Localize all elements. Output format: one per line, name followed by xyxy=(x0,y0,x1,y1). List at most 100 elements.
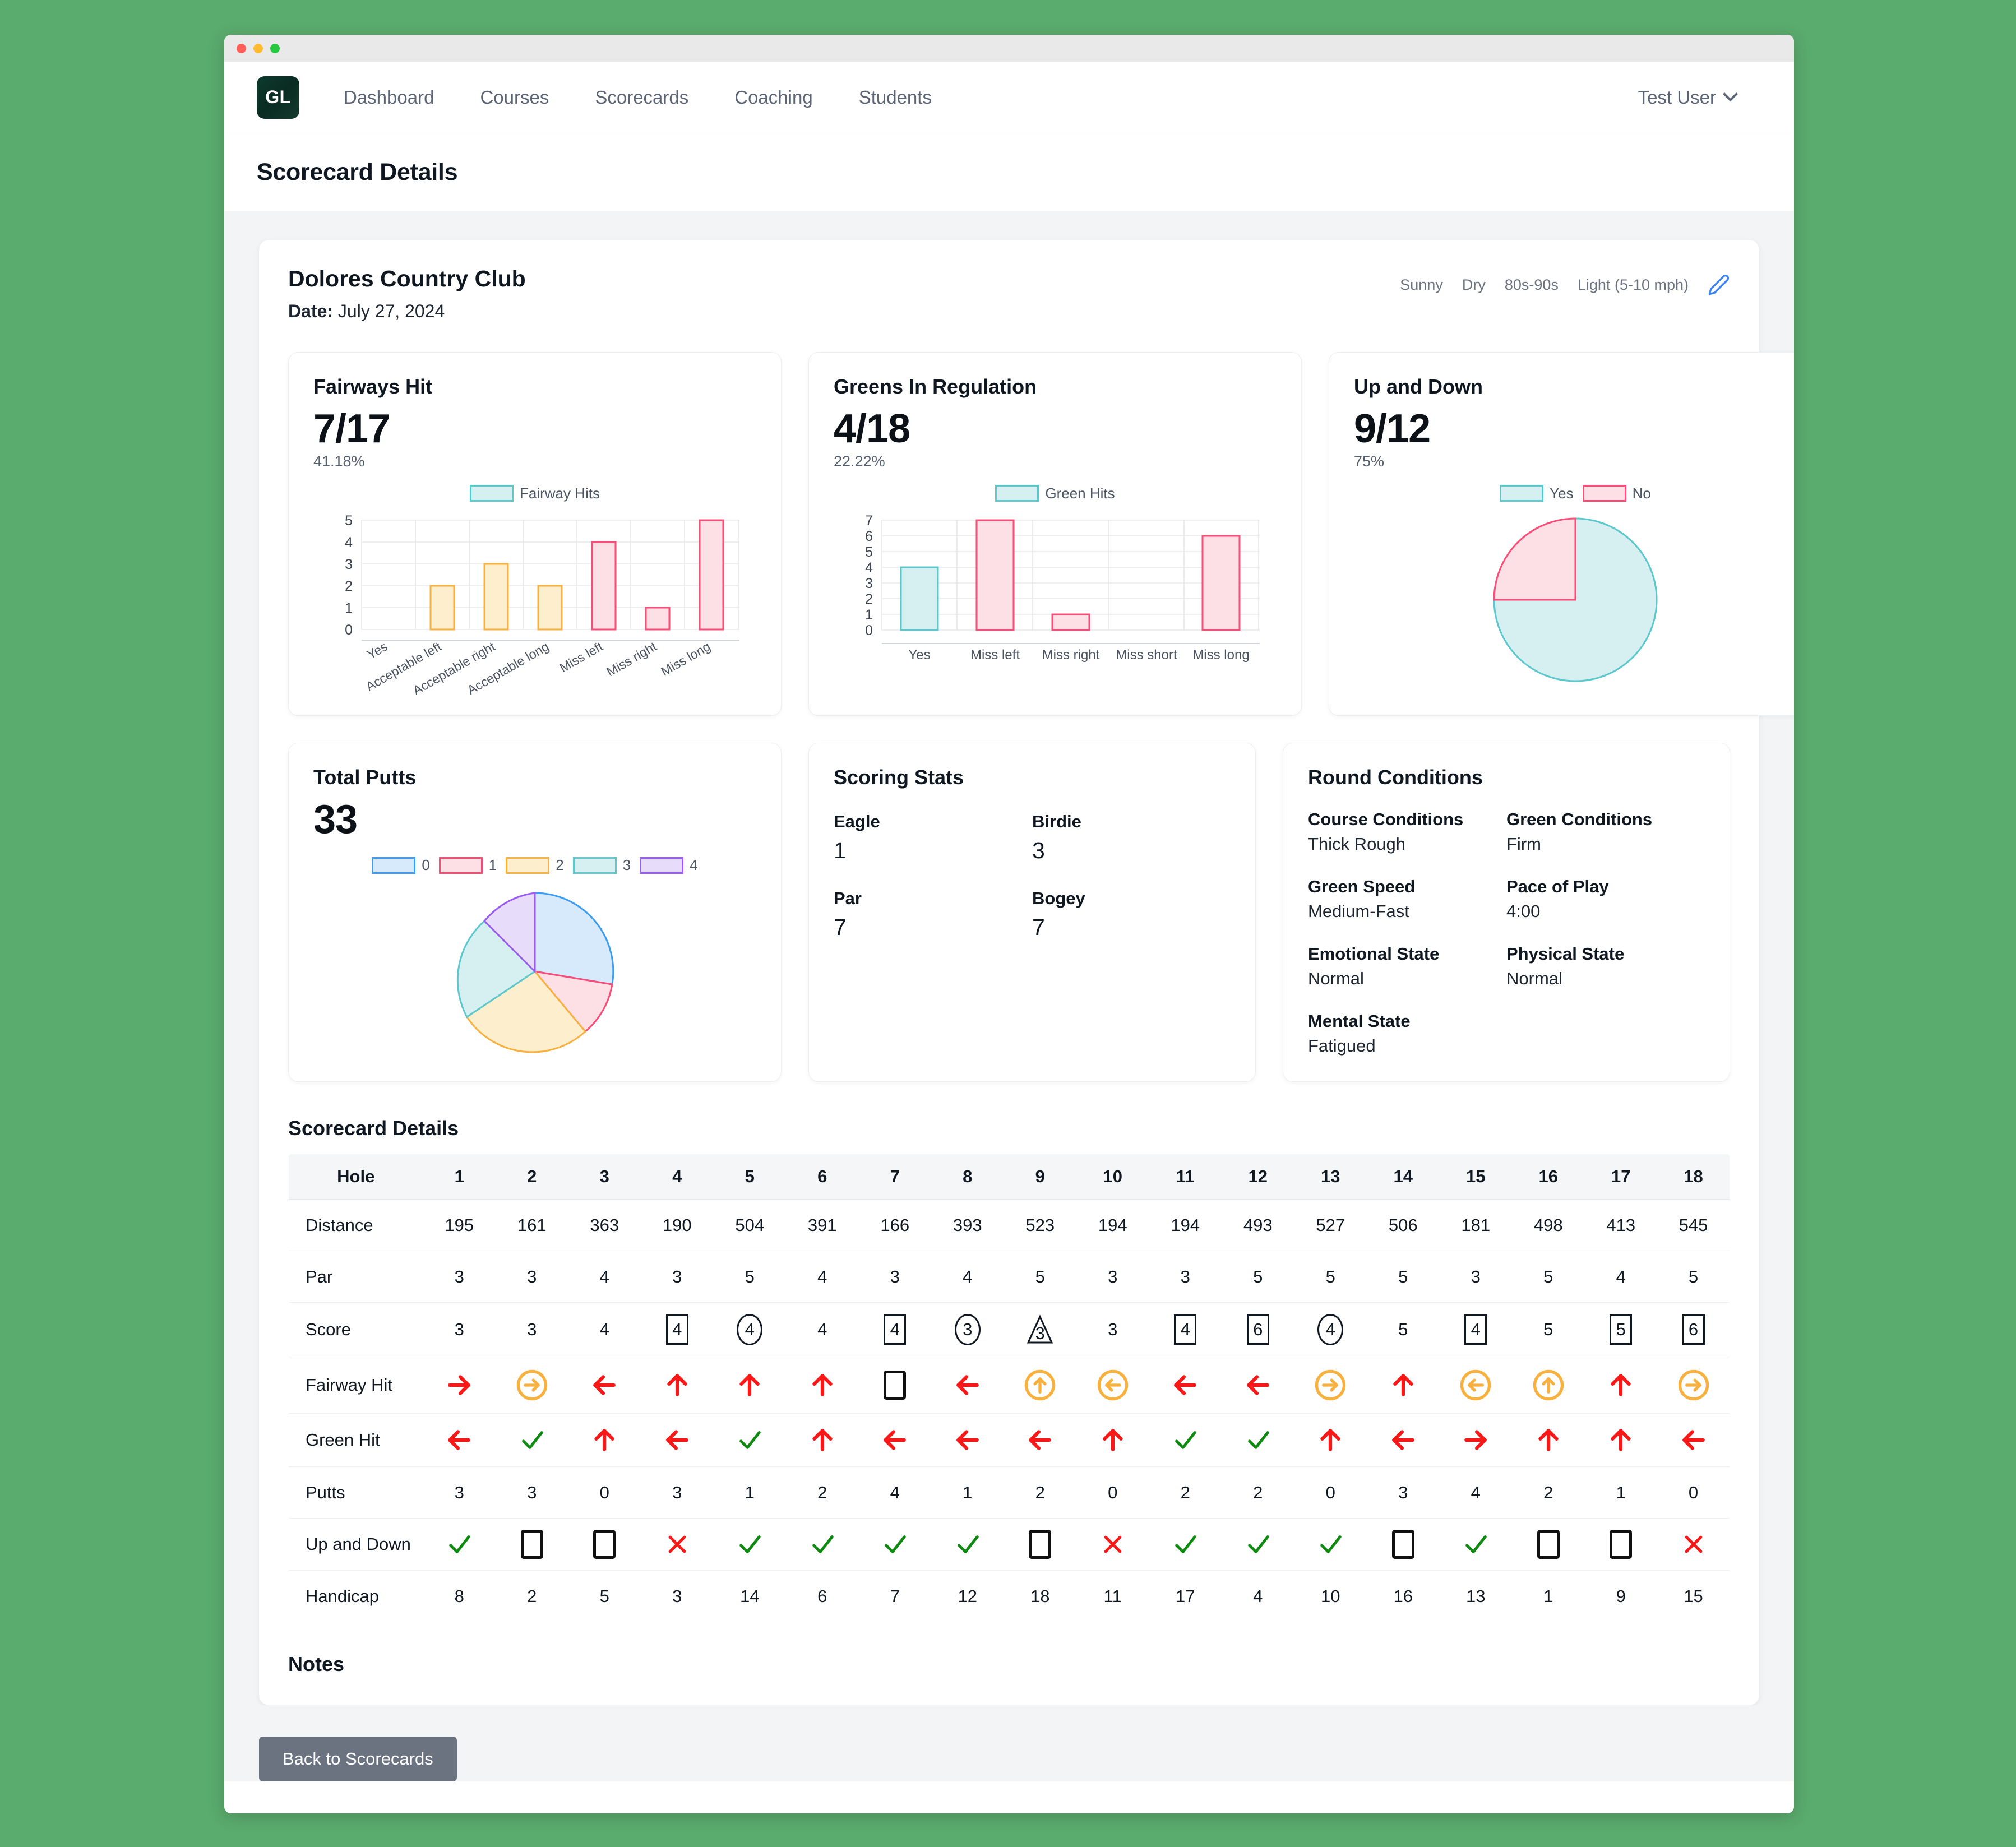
table-cell xyxy=(858,1518,931,1571)
legend-swatch-no xyxy=(1582,485,1626,502)
table-cell xyxy=(1584,1518,1657,1571)
window-close-button[interactable] xyxy=(237,43,246,53)
card-title-gir: Greens In Regulation xyxy=(834,375,1037,398)
table-cell: 14 xyxy=(740,1586,760,1606)
table-cell xyxy=(568,1357,641,1414)
table-cell xyxy=(1439,1518,1512,1571)
table-cell: 2 xyxy=(1222,1466,1294,1519)
table-cell xyxy=(1584,1357,1657,1414)
table-cell: 5 xyxy=(1512,1251,1585,1303)
table-cell: 16 xyxy=(1393,1586,1413,1606)
condition-pace-of-play: Pace of Play 4:00 xyxy=(1506,877,1705,922)
svg-text:1: 1 xyxy=(865,607,873,623)
legend-label-no: No xyxy=(1632,484,1651,502)
stat-label: Par xyxy=(834,888,862,908)
table-cell xyxy=(1367,1518,1440,1571)
table-cell: 5 xyxy=(1222,1251,1294,1303)
table-cell xyxy=(496,1357,568,1414)
card-title-putts: Total Putts xyxy=(313,765,417,789)
window-maximize-button[interactable] xyxy=(270,43,280,53)
table-cell: 5 xyxy=(1584,1302,1657,1358)
table-cell: 2 xyxy=(786,1466,859,1519)
card-greens-in-regulation: Greens In Regulation 4/18 22.22% Green H… xyxy=(808,352,1302,716)
legend-item[interactable]: Fairway Hits xyxy=(469,485,600,502)
table-cell xyxy=(786,1357,859,1414)
condition-value: Normal xyxy=(1308,968,1364,988)
svg-text:2: 2 xyxy=(345,578,353,594)
scorecard-table: Hole 1 2 3 4 5 6 7 8 9 10 11 12 13 14 15 16 17 18 Distanc… xyxy=(288,1154,1730,1623)
table-cell xyxy=(423,1357,496,1414)
nav-link-students[interactable]: Students xyxy=(836,87,955,108)
app-logo[interactable]: GL xyxy=(257,76,299,119)
table-cell: 1 xyxy=(931,1466,1004,1519)
legend-item[interactable]: No xyxy=(1582,484,1651,502)
svg-text:4: 4 xyxy=(345,535,353,550)
putts-chart xyxy=(313,882,756,1061)
nav-link-scorecards[interactable]: Scorecards xyxy=(572,87,711,108)
score-square-marker: 4 xyxy=(1174,1314,1197,1345)
table-cell: 3 xyxy=(1149,1251,1222,1303)
table-cell xyxy=(786,1413,859,1468)
score-square-marker: 6 xyxy=(1246,1314,1269,1345)
footer-area: Back to Scorecards xyxy=(259,1705,1759,1782)
nav-link-coaching[interactable]: Coaching xyxy=(711,87,835,108)
back-to-scorecards-button[interactable]: Back to Scorecards xyxy=(259,1737,457,1782)
table-cell xyxy=(1004,1518,1076,1571)
pencil-icon[interactable] xyxy=(1708,274,1730,296)
window-minimize-button[interactable] xyxy=(253,43,263,53)
table-cell: 5 xyxy=(1512,1302,1585,1358)
table-cell xyxy=(1222,1413,1294,1468)
table-cell xyxy=(1004,1357,1076,1414)
updown-value: 9/12 xyxy=(1354,406,1431,451)
legend-item[interactable]: 3 xyxy=(572,857,631,874)
svg-text:3: 3 xyxy=(865,576,873,591)
legend-item[interactable]: Yes xyxy=(1500,485,1574,502)
user-menu[interactable]: Test User xyxy=(1638,86,1761,108)
scorecard-table-head: Hole 1 2 3 4 5 6 7 8 9 10 11 12 13 14 15 16 17 18 xyxy=(289,1154,1730,1200)
nav-link-dashboard[interactable]: Dashboard xyxy=(321,87,457,108)
table-cell: 6 xyxy=(1222,1302,1294,1358)
legend-swatch-putts-2 xyxy=(506,857,550,874)
table-cell xyxy=(1367,1357,1440,1414)
legend-item[interactable]: 0 xyxy=(372,857,430,874)
fairways-value: 7/17 xyxy=(313,406,390,451)
gir-bar-chart-svg: 7 6 5 4 3 2 1 0 Yes Miss left Miss right… xyxy=(865,513,1260,663)
legend-item[interactable]: 1 xyxy=(438,857,497,874)
row-par: Par 3 3 4 3 5 4 3 4 5 3 3 5 5 5 3 5 4 5 xyxy=(289,1251,1730,1303)
browser-window: GL Dashboard Courses Scorecards Coaching… xyxy=(224,35,1794,1813)
empty-box-icon xyxy=(1029,1530,1052,1559)
table-cell: 3 xyxy=(931,1302,1004,1358)
condition-value: Medium-Fast xyxy=(1308,901,1409,921)
table-cell xyxy=(1584,1413,1657,1468)
svg-text:3: 3 xyxy=(345,557,353,572)
legend-item[interactable]: 4 xyxy=(640,857,698,874)
score-square-marker: 6 xyxy=(1682,1314,1705,1345)
table-cell xyxy=(786,1518,859,1571)
svg-text:Miss right: Miss right xyxy=(1042,647,1100,663)
table-cell xyxy=(641,1413,714,1468)
table-cell: 4 xyxy=(641,1302,714,1358)
table-cell: 5 xyxy=(1657,1251,1730,1303)
legend-item[interactable]: 2 xyxy=(506,857,564,874)
card-up-and-down: Up and Down 9/12 75% Yes No xyxy=(1329,352,1794,716)
condition-value: Fatigued xyxy=(1308,1035,1376,1056)
table-cell: 3 xyxy=(423,1251,496,1303)
table-cell: 2 xyxy=(1004,1466,1076,1519)
condition-value: 4:00 xyxy=(1506,901,1541,921)
legend-item[interactable]: Green Hits xyxy=(995,485,1115,502)
nav-link-courses[interactable]: Courses xyxy=(457,87,572,108)
table-cell xyxy=(1512,1518,1585,1571)
table-cell: 3 xyxy=(423,1302,496,1358)
table-cell: 194 xyxy=(1149,1199,1222,1252)
table-cell xyxy=(1149,1518,1222,1571)
condition-temperature: 80s-90s xyxy=(1504,276,1559,293)
table-cell xyxy=(1439,1357,1512,1414)
table-cell: 4 xyxy=(1439,1466,1512,1519)
date-label: Date: xyxy=(288,301,334,321)
page-header: Scorecard Details xyxy=(224,133,1794,211)
table-cell: 3 xyxy=(1439,1251,1512,1303)
table-cell: 161 xyxy=(496,1199,568,1252)
row-handicap: Handicap 8 2 5 3 14 6 7 12 18 11 17 4 10 16 13 1 9 15 xyxy=(289,1571,1730,1622)
legend-swatch-putts-1 xyxy=(438,857,483,874)
legend-swatch-green-hits xyxy=(995,485,1039,502)
